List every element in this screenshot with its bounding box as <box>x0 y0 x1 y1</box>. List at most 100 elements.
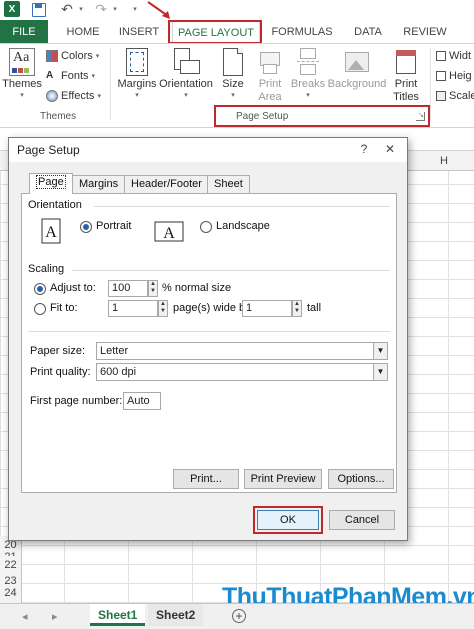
highlight-page-layout <box>168 20 262 44</box>
tab-insert[interactable]: INSERT <box>114 20 164 44</box>
width-dropdown[interactable]: Widt <box>436 50 471 62</box>
sheet-tab-sheet1[interactable]: Sheet1 <box>90 604 146 626</box>
spinner-arrows-icon[interactable]: ▲ ▼ <box>158 300 168 317</box>
redo-dropdown-icon[interactable]: ▾ <box>110 1 120 17</box>
paper-size-select[interactable]: Letter ▼ <box>96 342 388 360</box>
dialog-title: Page Setup <box>17 143 80 157</box>
size-button[interactable]: Size ▾ <box>218 48 248 99</box>
chevron-down-icon: ▾ <box>97 93 101 100</box>
fit-tall-stepper[interactable]: 1 ▲ ▼ <box>242 300 302 317</box>
customize-qat-icon[interactable]: ▾ <box>128 1 142 17</box>
adjust-to-radio[interactable] <box>34 283 46 295</box>
group-divider <box>430 48 431 120</box>
spinner-arrows-icon[interactable]: ▲ ▼ <box>292 300 302 317</box>
tab-review[interactable]: REVIEW <box>400 20 450 44</box>
adjust-to-label[interactable]: Adjust to: <box>50 282 96 294</box>
scale-label: Scale <box>449 90 474 102</box>
paper-size-label: Paper size: <box>30 345 86 357</box>
tab-header-footer[interactable]: Header/Footer <box>124 175 209 193</box>
close-icon[interactable]: ✕ <box>379 141 401 157</box>
background-label: Background <box>327 78 387 90</box>
print-quality-select[interactable]: 600 dpi ▼ <box>96 363 388 381</box>
height-label: Heig <box>449 70 472 82</box>
effects-button[interactable]: Effects ▾ <box>46 90 101 102</box>
undo-dropdown-icon[interactable]: ▾ <box>76 1 86 17</box>
fonts-label: Fonts <box>61 70 89 82</box>
redo-icon[interactable]: ↷ <box>92 1 110 17</box>
print-titles-button[interactable]: Print Titles <box>390 48 422 104</box>
colors-button[interactable]: Colors ▾ <box>46 50 99 62</box>
themes-button[interactable]: Aa Themes ▾ <box>2 48 42 99</box>
scale-icon <box>436 91 446 101</box>
portrait-label[interactable]: Portrait <box>96 220 131 232</box>
highlight-page-setup-group <box>214 105 430 127</box>
excel-icon[interactable]: X <box>4 1 20 17</box>
tab-data[interactable]: DATA <box>348 20 388 44</box>
fit-wide-stepper[interactable]: 1 ▲ ▼ <box>108 300 168 317</box>
column-header-h[interactable]: H <box>434 151 454 171</box>
tab-file[interactable]: FILE <box>0 20 48 44</box>
adjust-percent-value: 100 <box>112 282 131 294</box>
background-button[interactable]: Background <box>328 48 386 91</box>
scroll-right-icon[interactable]: ▸ <box>52 610 58 623</box>
tab-home[interactable]: HOME <box>60 20 106 44</box>
fit-wide-suffix: page(s) wide by <box>173 302 251 314</box>
fit-tall-value: 1 <box>246 302 253 314</box>
spinner-arrows-icon[interactable]: ▲ ▼ <box>148 280 158 297</box>
width-label: Widt <box>449 50 471 62</box>
tab-page-label: Page <box>36 175 66 189</box>
fit-tall-suffix: tall <box>307 302 322 314</box>
fit-to-radio[interactable] <box>34 303 46 315</box>
chevron-down-icon: ▾ <box>95 53 100 60</box>
row-header[interactable]: 24 <box>0 584 22 603</box>
themes-label: Themes <box>2 78 42 90</box>
save-icon[interactable] <box>32 3 46 17</box>
margins-icon <box>126 48 148 76</box>
height-dropdown[interactable]: Heig <box>436 70 472 82</box>
print-preview-button[interactable]: Print Preview <box>244 469 322 489</box>
print-area-button[interactable]: Print Area <box>252 48 288 104</box>
orientation-heading: Orientation <box>28 199 82 211</box>
ribbon-body: Aa Themes ▾ Colors ▾ A Fonts ▾ Effects ▾ Th… <box>0 43 474 128</box>
tab-margins[interactable]: Margins <box>72 175 126 193</box>
print-titles-label: Print Titles <box>393 78 419 103</box>
chevron-down-icon: ▾ <box>135 92 139 99</box>
help-icon[interactable]: ? <box>357 142 371 156</box>
fit-to-label[interactable]: Fit to: <box>50 302 78 314</box>
width-icon <box>436 51 446 61</box>
first-page-number-label: First page number: <box>30 395 123 407</box>
orientation-icon <box>172 48 200 76</box>
print-button[interactable]: Print... <box>173 469 239 489</box>
chevron-down-icon[interactable]: ▼ <box>373 343 387 359</box>
tab-formulas[interactable]: FORMULAS <box>270 20 334 44</box>
orientation-label: Orientation <box>159 78 213 90</box>
cancel-button[interactable]: Cancel <box>329 510 395 530</box>
margins-button[interactable]: Margins ▾ <box>116 48 158 99</box>
portrait-radio[interactable] <box>80 221 92 233</box>
section-divider <box>94 206 390 207</box>
chevron-down-icon[interactable]: ▼ <box>373 364 387 380</box>
tab-page[interactable]: Page <box>29 173 73 194</box>
first-page-number-field[interactable]: Auto <box>123 392 161 410</box>
print-quality-label: Print quality: <box>30 366 91 378</box>
tab-sheet[interactable]: Sheet <box>207 175 250 193</box>
undo-icon[interactable]: ↶ <box>58 1 76 17</box>
sheet-tab-sheet2[interactable]: Sheet2 <box>148 604 204 626</box>
landscape-radio[interactable] <box>200 221 212 233</box>
options-button[interactable]: Options... <box>328 469 394 489</box>
scale-spinner[interactable]: Scale <box>436 90 474 102</box>
size-icon <box>223 48 243 76</box>
add-sheet-icon[interactable]: + <box>232 609 246 623</box>
ribbon-tabs: FILE HOME INSERT PAGE LAYOUT FORMULAS DA… <box>0 20 474 44</box>
orientation-button[interactable]: Orientation ▾ <box>158 48 214 99</box>
print-titles-icon <box>394 48 418 76</box>
breaks-button[interactable]: Breaks ▾ <box>290 48 326 99</box>
height-icon <box>436 71 446 81</box>
themes-group-label: Themes <box>40 111 77 122</box>
scroll-left-icon[interactable]: ◂ <box>22 610 28 623</box>
landscape-label[interactable]: Landscape <box>216 220 270 232</box>
fonts-button[interactable]: A Fonts ▾ <box>46 70 95 82</box>
background-icon <box>344 48 370 76</box>
chevron-down-icon: ▾ <box>306 92 310 99</box>
adjust-percent-stepper[interactable]: 100 ▲ ▼ <box>108 280 158 297</box>
